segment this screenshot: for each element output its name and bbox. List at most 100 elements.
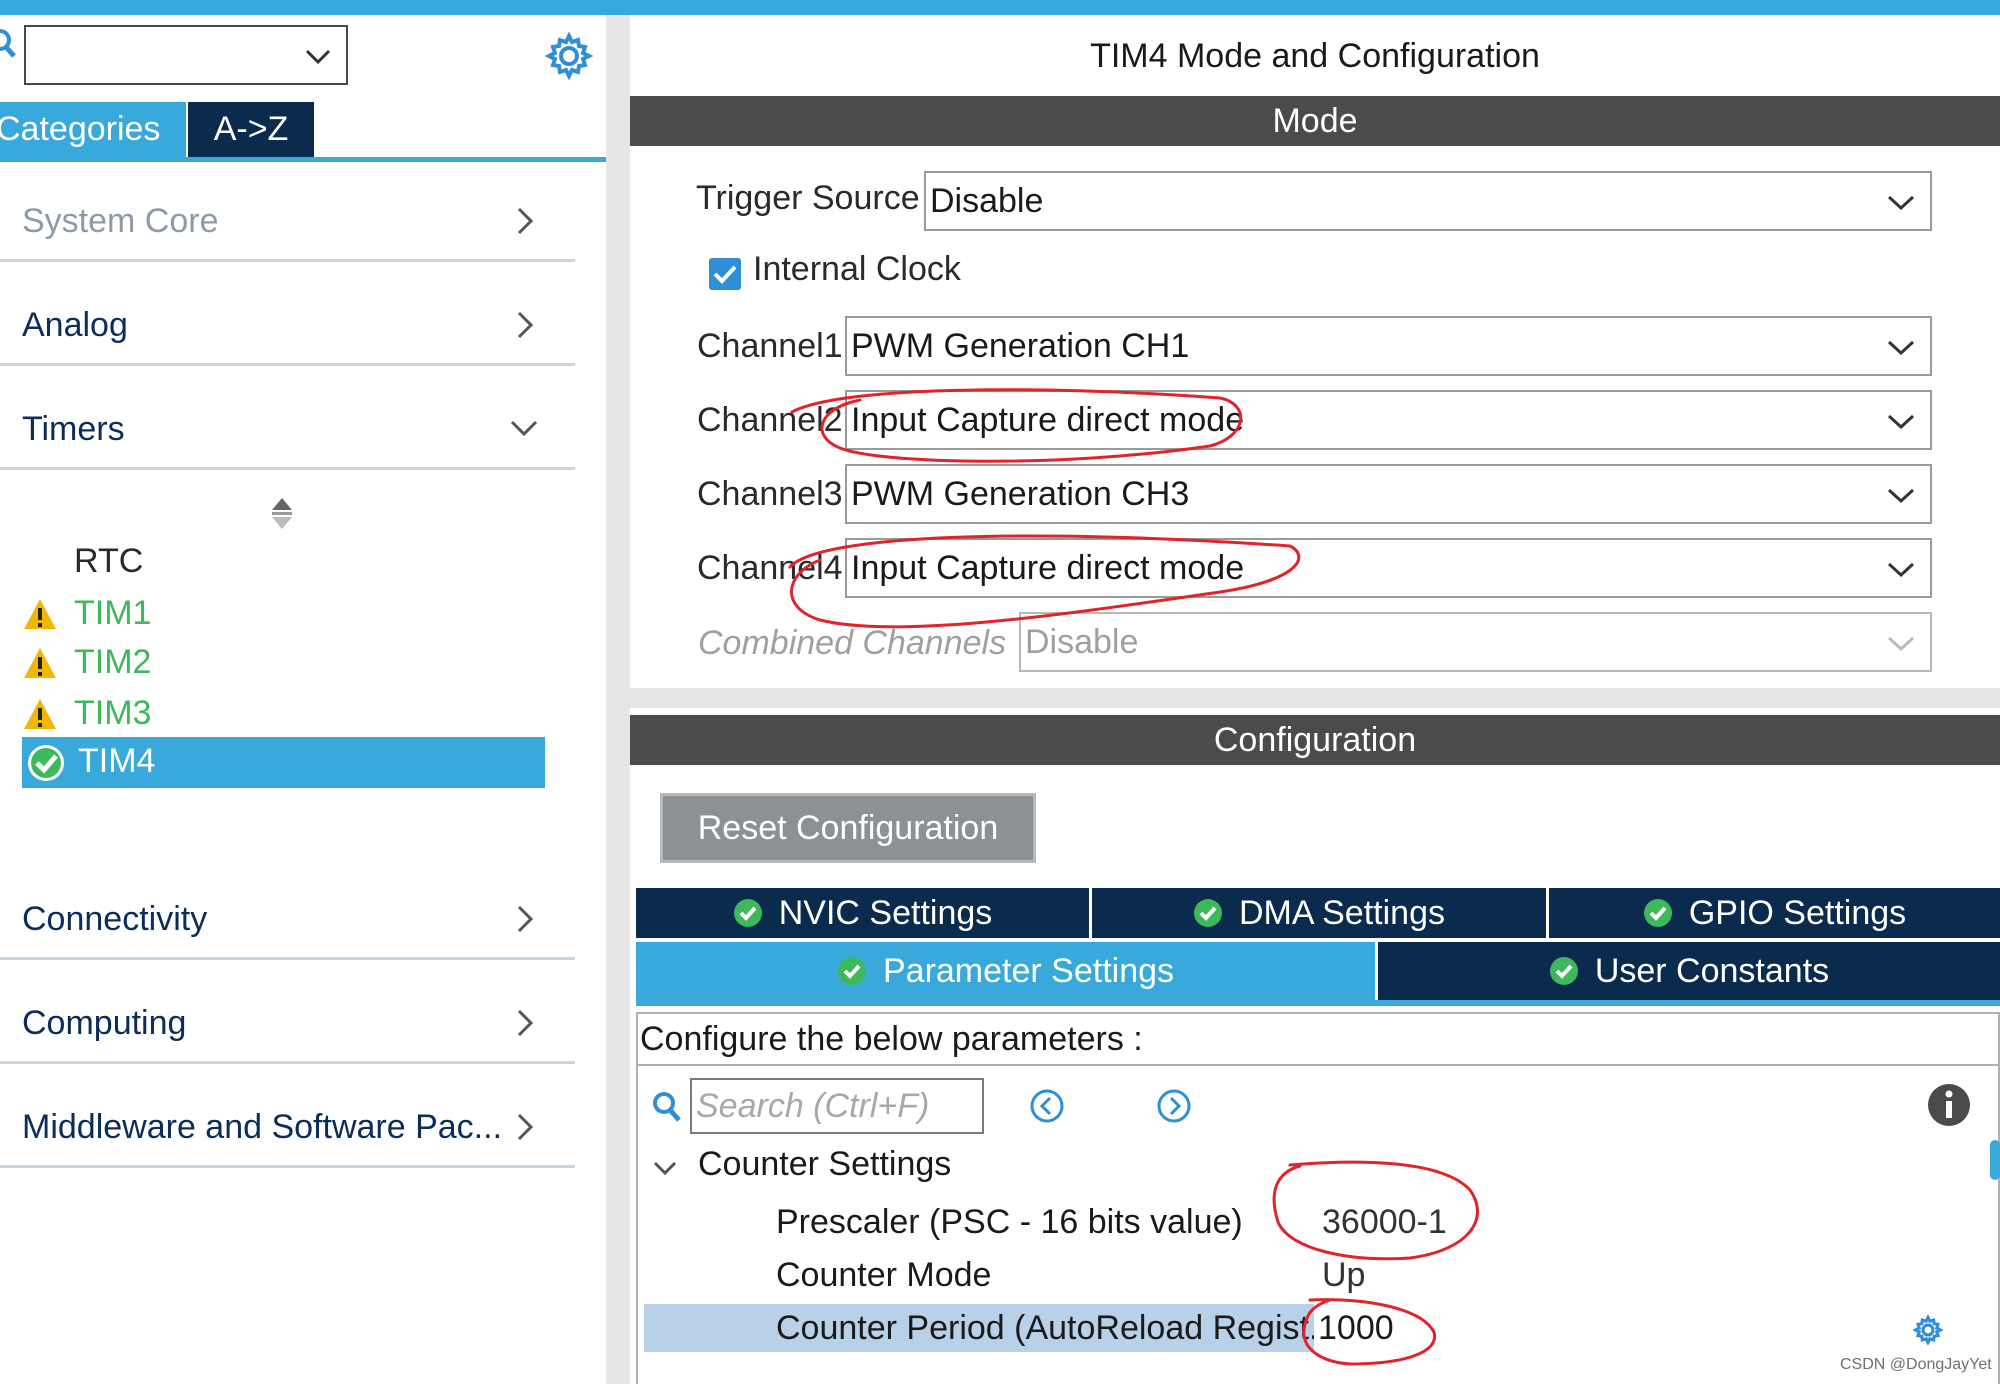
parameters-description: Configure the below parameters :	[640, 1020, 1143, 1058]
next-icon[interactable]	[1156, 1088, 1192, 1124]
tab-dma-settings[interactable]: DMA Settings	[1092, 888, 1549, 938]
channel2-label: Channel2	[697, 401, 843, 439]
category-timers[interactable]: Timers	[0, 370, 575, 470]
tab-label: Parameter Settings	[882, 952, 1175, 990]
chevron-down-icon	[510, 420, 538, 437]
category-analog[interactable]: Analog	[0, 266, 575, 366]
tab-categories[interactable]: Categories	[0, 102, 186, 157]
timer-label: TIM4	[78, 742, 156, 780]
tab-user-constants[interactable]: User Constants	[1378, 942, 2000, 1000]
timer-item-tim4[interactable]: TIM4	[22, 737, 545, 788]
warning-icon	[24, 599, 56, 629]
check-circle-icon	[1643, 899, 1672, 927]
chevron-down-icon	[1887, 340, 1915, 356]
check-circle-icon	[837, 957, 866, 985]
timer-label: TIM2	[74, 643, 152, 681]
top-accent-bar	[0, 0, 2000, 15]
chevron-down-icon	[1887, 195, 1915, 211]
channel4-select[interactable]: Input Capture direct mode	[845, 538, 1932, 598]
select-value: Disable	[1025, 623, 1139, 661]
trigger-source-label: Trigger Source	[696, 179, 920, 217]
search-icon[interactable]	[0, 25, 20, 65]
tab-strip-underline	[636, 1000, 2000, 1006]
channel1-select[interactable]: PWM Generation CH1	[845, 316, 1932, 376]
tab-label: NVIC Settings	[778, 894, 993, 932]
parameter-search-input[interactable]: Search (Ctrl+F)	[690, 1078, 984, 1134]
param-value: 1000	[1318, 1309, 1394, 1347]
channel4-label: Channel4	[697, 549, 843, 587]
chevron-right-icon	[517, 1009, 534, 1037]
reset-configuration-button[interactable]: Reset Configuration	[660, 793, 1036, 863]
check-circle-icon	[733, 899, 762, 927]
chevron-down-icon	[1887, 414, 1915, 430]
check-circle-icon	[1194, 899, 1222, 927]
trigger-source-select[interactable]: Disable	[924, 171, 1932, 231]
chevron-right-icon	[517, 311, 534, 339]
chevron-down-icon[interactable]	[652, 1158, 678, 1180]
category-middleware[interactable]: Middleware and Software Pac...	[0, 1068, 575, 1168]
chevron-down-icon	[1887, 636, 1915, 652]
param-row-prescaler[interactable]: Prescaler (PSC - 16 bits value) 36000-1	[644, 1198, 1984, 1246]
watermark: CSDN @DongJayYet	[1840, 1356, 1992, 1373]
chevron-right-icon	[517, 207, 534, 235]
category-computing[interactable]: Computing	[0, 964, 575, 1064]
param-row-counter-mode[interactable]: Counter Mode Up	[644, 1251, 1984, 1299]
check-circle-icon	[28, 745, 64, 781]
timer-label: RTC	[74, 542, 144, 580]
chevron-down-icon	[1887, 488, 1915, 504]
channel3-select[interactable]: PWM Generation CH3	[845, 464, 1932, 524]
timer-label: TIM1	[74, 594, 152, 632]
search-icon	[652, 1090, 682, 1124]
param-row-counter-period[interactable]: Counter Period (AutoReload Regist... 100…	[644, 1304, 1984, 1352]
category-label: Middleware and Software Pac...	[22, 1108, 503, 1146]
internal-clock-checkbox[interactable]	[709, 258, 741, 290]
channel1-label: Channel1	[697, 327, 843, 365]
category-label: System Core	[22, 202, 219, 240]
tab-a-to-z[interactable]: A->Z	[188, 102, 314, 157]
scrollbar-thumb[interactable]	[1990, 1140, 2000, 1180]
chevron-down-icon	[1887, 562, 1915, 578]
category-label: Connectivity	[22, 900, 208, 938]
prev-icon[interactable]	[1029, 1088, 1065, 1124]
tab-nvic-settings[interactable]: NVIC Settings	[636, 888, 1092, 938]
combined-channels-select[interactable]: Disable	[1019, 612, 1932, 672]
tab-parameter-settings[interactable]: Parameter Settings	[636, 942, 1378, 1000]
param-value[interactable]: Up	[1322, 1251, 1365, 1299]
check-icon	[713, 265, 737, 284]
panel-splitter[interactable]	[606, 15, 630, 1384]
param-value[interactable]: 36000-1	[1322, 1198, 1447, 1246]
category-label: Analog	[22, 306, 128, 344]
check-circle-icon	[1549, 957, 1578, 985]
tab-label: User Constants	[1594, 952, 1830, 990]
section-separator	[630, 688, 2000, 708]
category-system-core[interactable]: System Core	[0, 162, 575, 262]
info-icon[interactable]	[1927, 1083, 1971, 1127]
param-value-field[interactable]: 1000	[1314, 1304, 1984, 1352]
channel3-label: Channel3	[697, 475, 843, 513]
page-title: TIM4 Mode and Configuration	[1090, 37, 1540, 75]
timer-label: TIM3	[74, 694, 152, 732]
internal-clock-label: Internal Clock	[753, 250, 961, 288]
configuration-section-header: Configuration	[630, 715, 2000, 765]
warning-icon	[24, 699, 56, 729]
tab-gpio-settings[interactable]: GPIO Settings	[1549, 888, 2000, 938]
chevron-down-icon	[305, 49, 331, 65]
select-value: PWM Generation CH3	[851, 475, 1190, 513]
combined-channels-label: Combined Channels	[698, 624, 1007, 662]
select-value: PWM Generation CH1	[851, 327, 1190, 365]
param-key: Counter Period (AutoReload Regist...	[776, 1309, 1338, 1347]
channel2-select[interactable]: Input Capture direct mode	[845, 390, 1932, 450]
chevron-right-icon	[517, 905, 534, 933]
gear-icon[interactable]	[545, 32, 593, 80]
counter-settings-group[interactable]: Counter Settings	[698, 1145, 951, 1184]
param-key: Counter Mode	[776, 1256, 992, 1294]
category-search-select[interactable]	[24, 25, 348, 85]
category-connectivity[interactable]: Connectivity	[0, 860, 575, 960]
sort-handle-icon[interactable]	[268, 496, 296, 532]
category-label: Timers	[22, 410, 125, 448]
gear-icon[interactable]	[1913, 1315, 1943, 1345]
chevron-right-icon	[517, 1113, 534, 1141]
category-label: Computing	[22, 1004, 187, 1042]
select-value: Input Capture direct mode	[851, 549, 1245, 587]
warning-icon	[24, 648, 56, 678]
